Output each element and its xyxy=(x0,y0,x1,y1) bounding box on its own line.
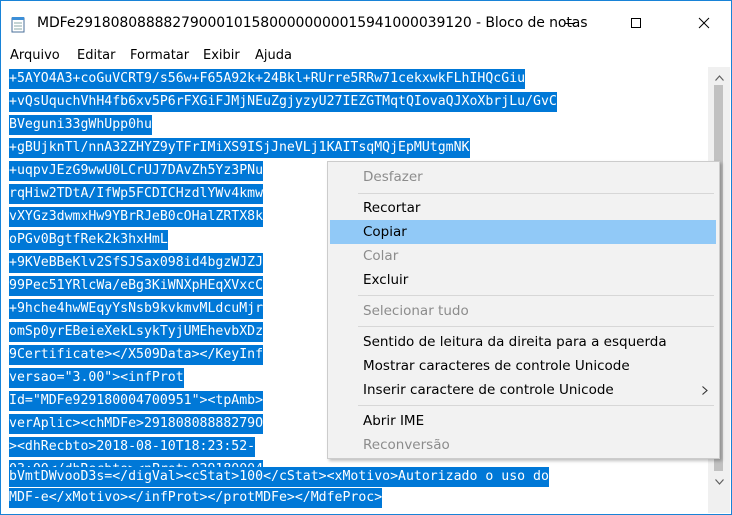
minimize-button[interactable] xyxy=(547,1,593,45)
text-line[interactable]: omSp0yrEBeieXekLsykTyjUMEhevbXDz xyxy=(9,322,264,342)
menu-separator xyxy=(358,326,714,327)
text-line[interactable]: rqHiw2TDtA/IfWp5FCDICHzdlYWv4kmw xyxy=(9,184,264,204)
chevron-right-icon xyxy=(702,386,708,395)
menu-item-colar[interactable]: Colar xyxy=(330,244,716,268)
menu-item-recortar[interactable]: Recortar xyxy=(330,196,716,220)
text-line[interactable]: BVeguni33gWhUpp0hu xyxy=(9,115,152,135)
text-line[interactable]: oPGv0BgtfRek2k3hxHmL xyxy=(9,230,168,250)
menu-item-sentido-leitura[interactable]: Sentido de leitura da direita para a esq… xyxy=(330,330,716,354)
text-line[interactable]: verAplic><chMDFe>29180808888279O xyxy=(9,414,264,434)
text-line[interactable]: +vQsUquchVhH4fb6xv5P6rFXGiFJMjNEuZgjyzyU… xyxy=(9,92,557,112)
notepad-window: MDFe291808088882790001015800000000015941… xyxy=(0,0,732,515)
text-line[interactable]: 9Certificate></X509Data></KeyInf xyxy=(9,345,264,365)
text-line[interactable]: +gBUjknTl/nnA32ZHYZ9yTFrIMiXS9ISjJneVLj1… xyxy=(9,138,470,158)
menu-item-excluir[interactable]: Excluir xyxy=(330,268,716,292)
menu-editar[interactable]: Editar xyxy=(77,48,116,63)
menu-item-selecionar-tudo[interactable]: Selecionar tudo xyxy=(330,299,716,323)
menu-item-inserir-unicode[interactable]: Inserir caractere de controle Unicode xyxy=(330,378,716,402)
scroll-up-button[interactable] xyxy=(713,73,725,83)
close-icon xyxy=(698,17,710,29)
menu-item-copiar[interactable]: Copiar xyxy=(330,220,716,244)
text-line[interactable]: MDF-e</xMotivo></infProt></protMDFe></Md… xyxy=(9,488,383,508)
text-line[interactable]: +uqpvJEzG9wwU0LCrUJ7DAvZh5Yz3PNu xyxy=(9,161,264,181)
menu-bar: Arquivo Editar Formatar Exibir Ajuda xyxy=(1,45,731,67)
chevron-down-icon xyxy=(714,479,724,485)
chevron-up-icon xyxy=(714,75,724,81)
menu-item-mostrar-unicode[interactable]: Mostrar caracteres de controle Unicode xyxy=(330,354,716,378)
text-line[interactable]: +9hche4hwWEqyYsNsb9kvkmvMLdcuMjr xyxy=(9,299,264,319)
menu-separator xyxy=(358,193,714,194)
maximize-icon xyxy=(631,18,641,28)
maximize-button[interactable] xyxy=(613,1,659,45)
text-line[interactable]: versao="3.00"><infProt xyxy=(9,368,184,388)
text-line[interactable]: +9KVeBBeKlv2SfSJSax098id4bgzWJZJ xyxy=(9,253,264,273)
text-line[interactable]: ><dhRecbto>2018-08-10T18:23:52- xyxy=(9,437,256,457)
menu-formatar[interactable]: Formatar xyxy=(130,48,189,63)
text-line[interactable]: vXYGz3dwmxHw9YBrRJeB0cOHalZRTX8k xyxy=(9,207,264,227)
menu-item-reconversao[interactable]: Reconversão xyxy=(330,433,716,457)
close-button[interactable] xyxy=(681,1,727,45)
minimize-icon xyxy=(565,23,575,24)
scroll-down-button[interactable] xyxy=(713,477,725,487)
title-bar[interactable]: MDFe291808088882790001015800000000015941… xyxy=(1,1,731,45)
text-line[interactable]: bVmtDWvooD3s=</digVal><cStat>100</cStat>… xyxy=(9,467,549,487)
text-line[interactable]: 99Pec51YRlcWa/eBg3KiWNXpHEqXVxcC xyxy=(9,276,264,296)
menu-separator xyxy=(358,405,714,406)
text-line[interactable]: +5AYO4A3+coGuVCRT9/s56w+F65A92k+24Bkl+RU… xyxy=(9,69,526,89)
menu-arquivo[interactable]: Arquivo xyxy=(10,48,60,63)
menu-exibir[interactable]: Exibir xyxy=(203,48,240,63)
scrollbar-corner xyxy=(708,491,730,513)
menu-item-abrir-ime[interactable]: Abrir IME xyxy=(330,409,716,433)
text-line[interactable]: Id="MDFe929180004700951"><tpAmb> xyxy=(9,391,264,411)
menu-item-desfazer[interactable]: Desfazer xyxy=(330,165,716,189)
window-title: MDFe291808088882790001015800000000015941… xyxy=(37,15,588,31)
menu-separator xyxy=(358,295,714,296)
notepad-app-icon xyxy=(11,17,25,33)
context-menu: Desfazer Recortar Copiar Colar Excluir S… xyxy=(327,161,720,459)
menu-ajuda[interactable]: Ajuda xyxy=(255,48,292,63)
